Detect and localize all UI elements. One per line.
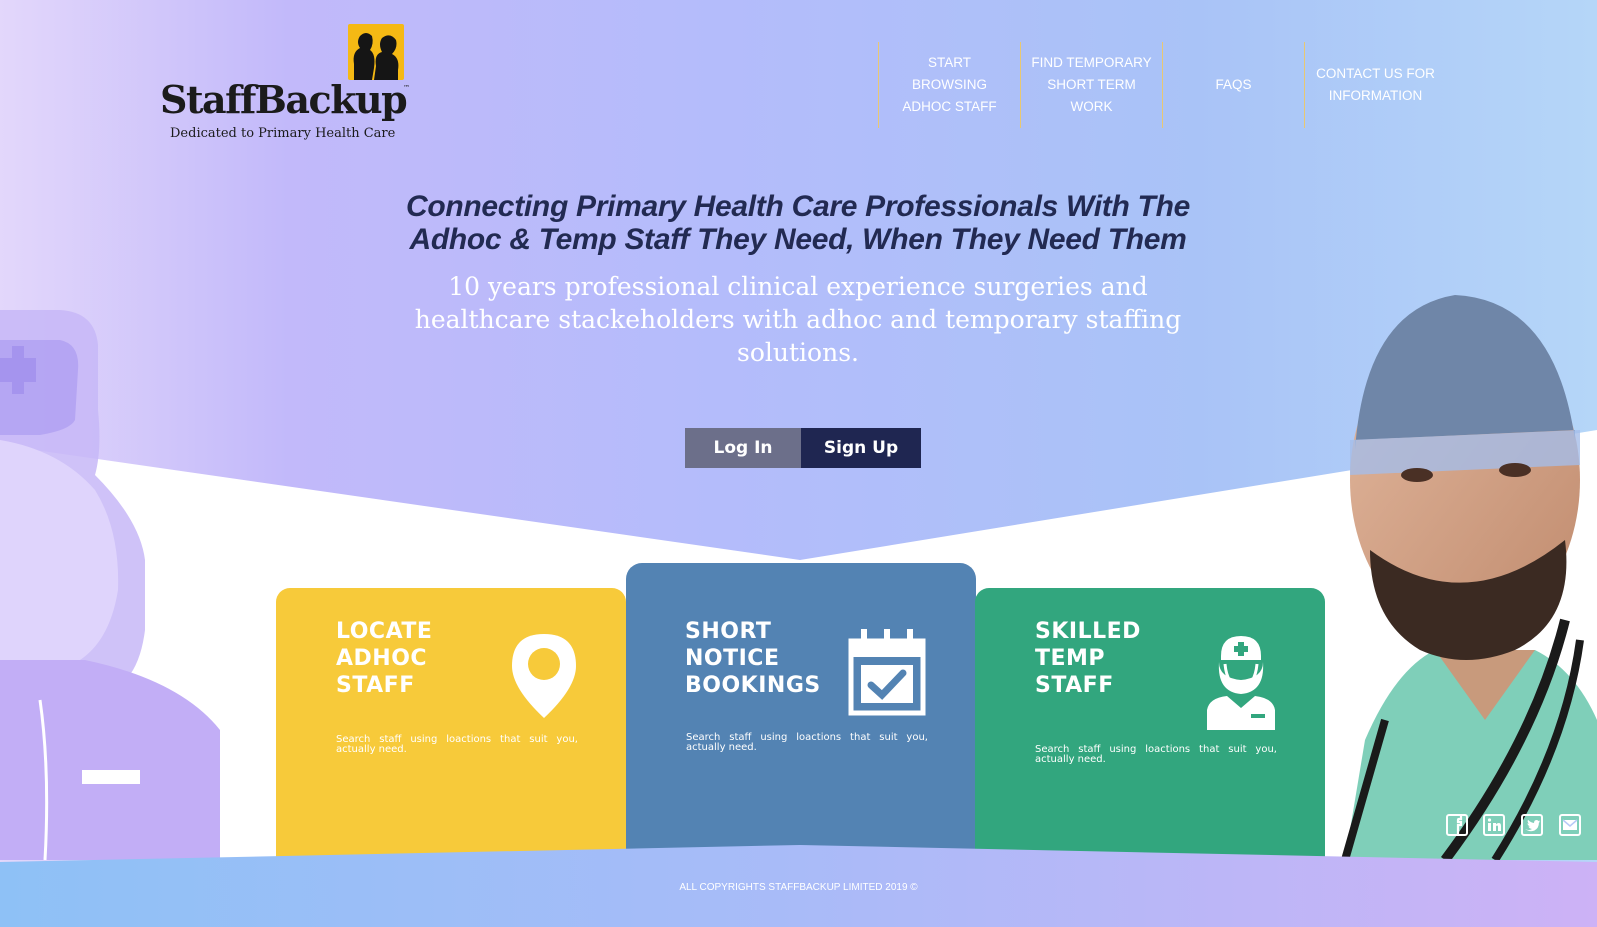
card-title-line: SKILLED — [1035, 619, 1141, 644]
signup-button[interactable]: Sign Up — [801, 428, 921, 468]
card-skilled-temp-staff[interactable]: SKILLED TEMP STAFF Search staff using lo… — [975, 588, 1325, 860]
location-pin-icon — [512, 634, 576, 718]
card-title-line: LOCATE — [336, 619, 433, 644]
staffbackup-logo[interactable]: StaffBackup ™ Dedicated to Primary Healt… — [160, 24, 420, 148]
trademark-symbol: ™ — [403, 84, 410, 92]
card-locate-adhoc-staff[interactable]: LOCATE ADHOC STAFF Search staff using lo… — [276, 588, 626, 860]
card-title-line: BOOKINGS — [685, 673, 821, 698]
card-title: SKILLED TEMP STAFF — [1035, 618, 1141, 699]
nav-find-temporary-work[interactable]: FIND TEMPORARY SHORT TERM WORK — [1020, 42, 1162, 128]
logo-silhouette-icon — [348, 24, 404, 80]
doctor-photo — [1341, 295, 1597, 860]
card-description: Search staff using loactions that suit y… — [686, 732, 928, 753]
nav-start-browsing[interactable]: START BROWSING ADHOC STAFF — [878, 42, 1020, 128]
card-title: SHORT NOTICE BOOKINGS — [685, 618, 821, 699]
logo-tagline: Dedicated to Primary Health Care — [170, 126, 396, 141]
card-short-notice-bookings[interactable]: SHORT NOTICE BOOKINGS Search staff using… — [626, 563, 976, 860]
card-title: LOCATE ADHOC STAFF — [336, 618, 432, 699]
login-button[interactable]: Log In — [685, 428, 801, 468]
nav-faqs[interactable]: FAQS — [1162, 42, 1304, 128]
hero-title: Connecting Primary Health Care Professio… — [405, 190, 1190, 256]
card-description: Search staff using loactions that suit y… — [1035, 744, 1277, 765]
logo-wordmark: StaffBackup — [160, 77, 408, 122]
card-title-line: SHORT — [685, 619, 772, 644]
email-icon[interactable] — [1559, 814, 1581, 836]
copyright-text: ALL COPYRIGHTS STAFFBACKUP LIMITED 2019 … — [679, 882, 918, 893]
calendar-check-icon — [848, 629, 926, 716]
twitter-icon[interactable] — [1521, 814, 1543, 836]
nurse-icon — [1207, 636, 1275, 730]
hero-subtitle: 10 years professional clinical experienc… — [414, 272, 1182, 367]
nurse-silhouette-illustration — [0, 310, 220, 860]
nav-contact-us[interactable]: CONTACT US FOR INFORMATION — [1304, 42, 1446, 128]
card-title-line: ADHOC — [336, 646, 428, 671]
main-navigation: START BROWSING ADHOC STAFF FIND TEMPORAR… — [878, 42, 1446, 128]
card-title-line: STAFF — [1035, 673, 1114, 698]
card-title-line: TEMP — [1035, 646, 1106, 671]
card-title-line: NOTICE — [685, 646, 780, 671]
linkedin-icon[interactable] — [1483, 814, 1505, 836]
card-title-line: STAFF — [336, 673, 415, 698]
facebook-icon[interactable] — [1446, 814, 1468, 836]
card-description: Search staff using loactions that suit y… — [336, 734, 578, 755]
